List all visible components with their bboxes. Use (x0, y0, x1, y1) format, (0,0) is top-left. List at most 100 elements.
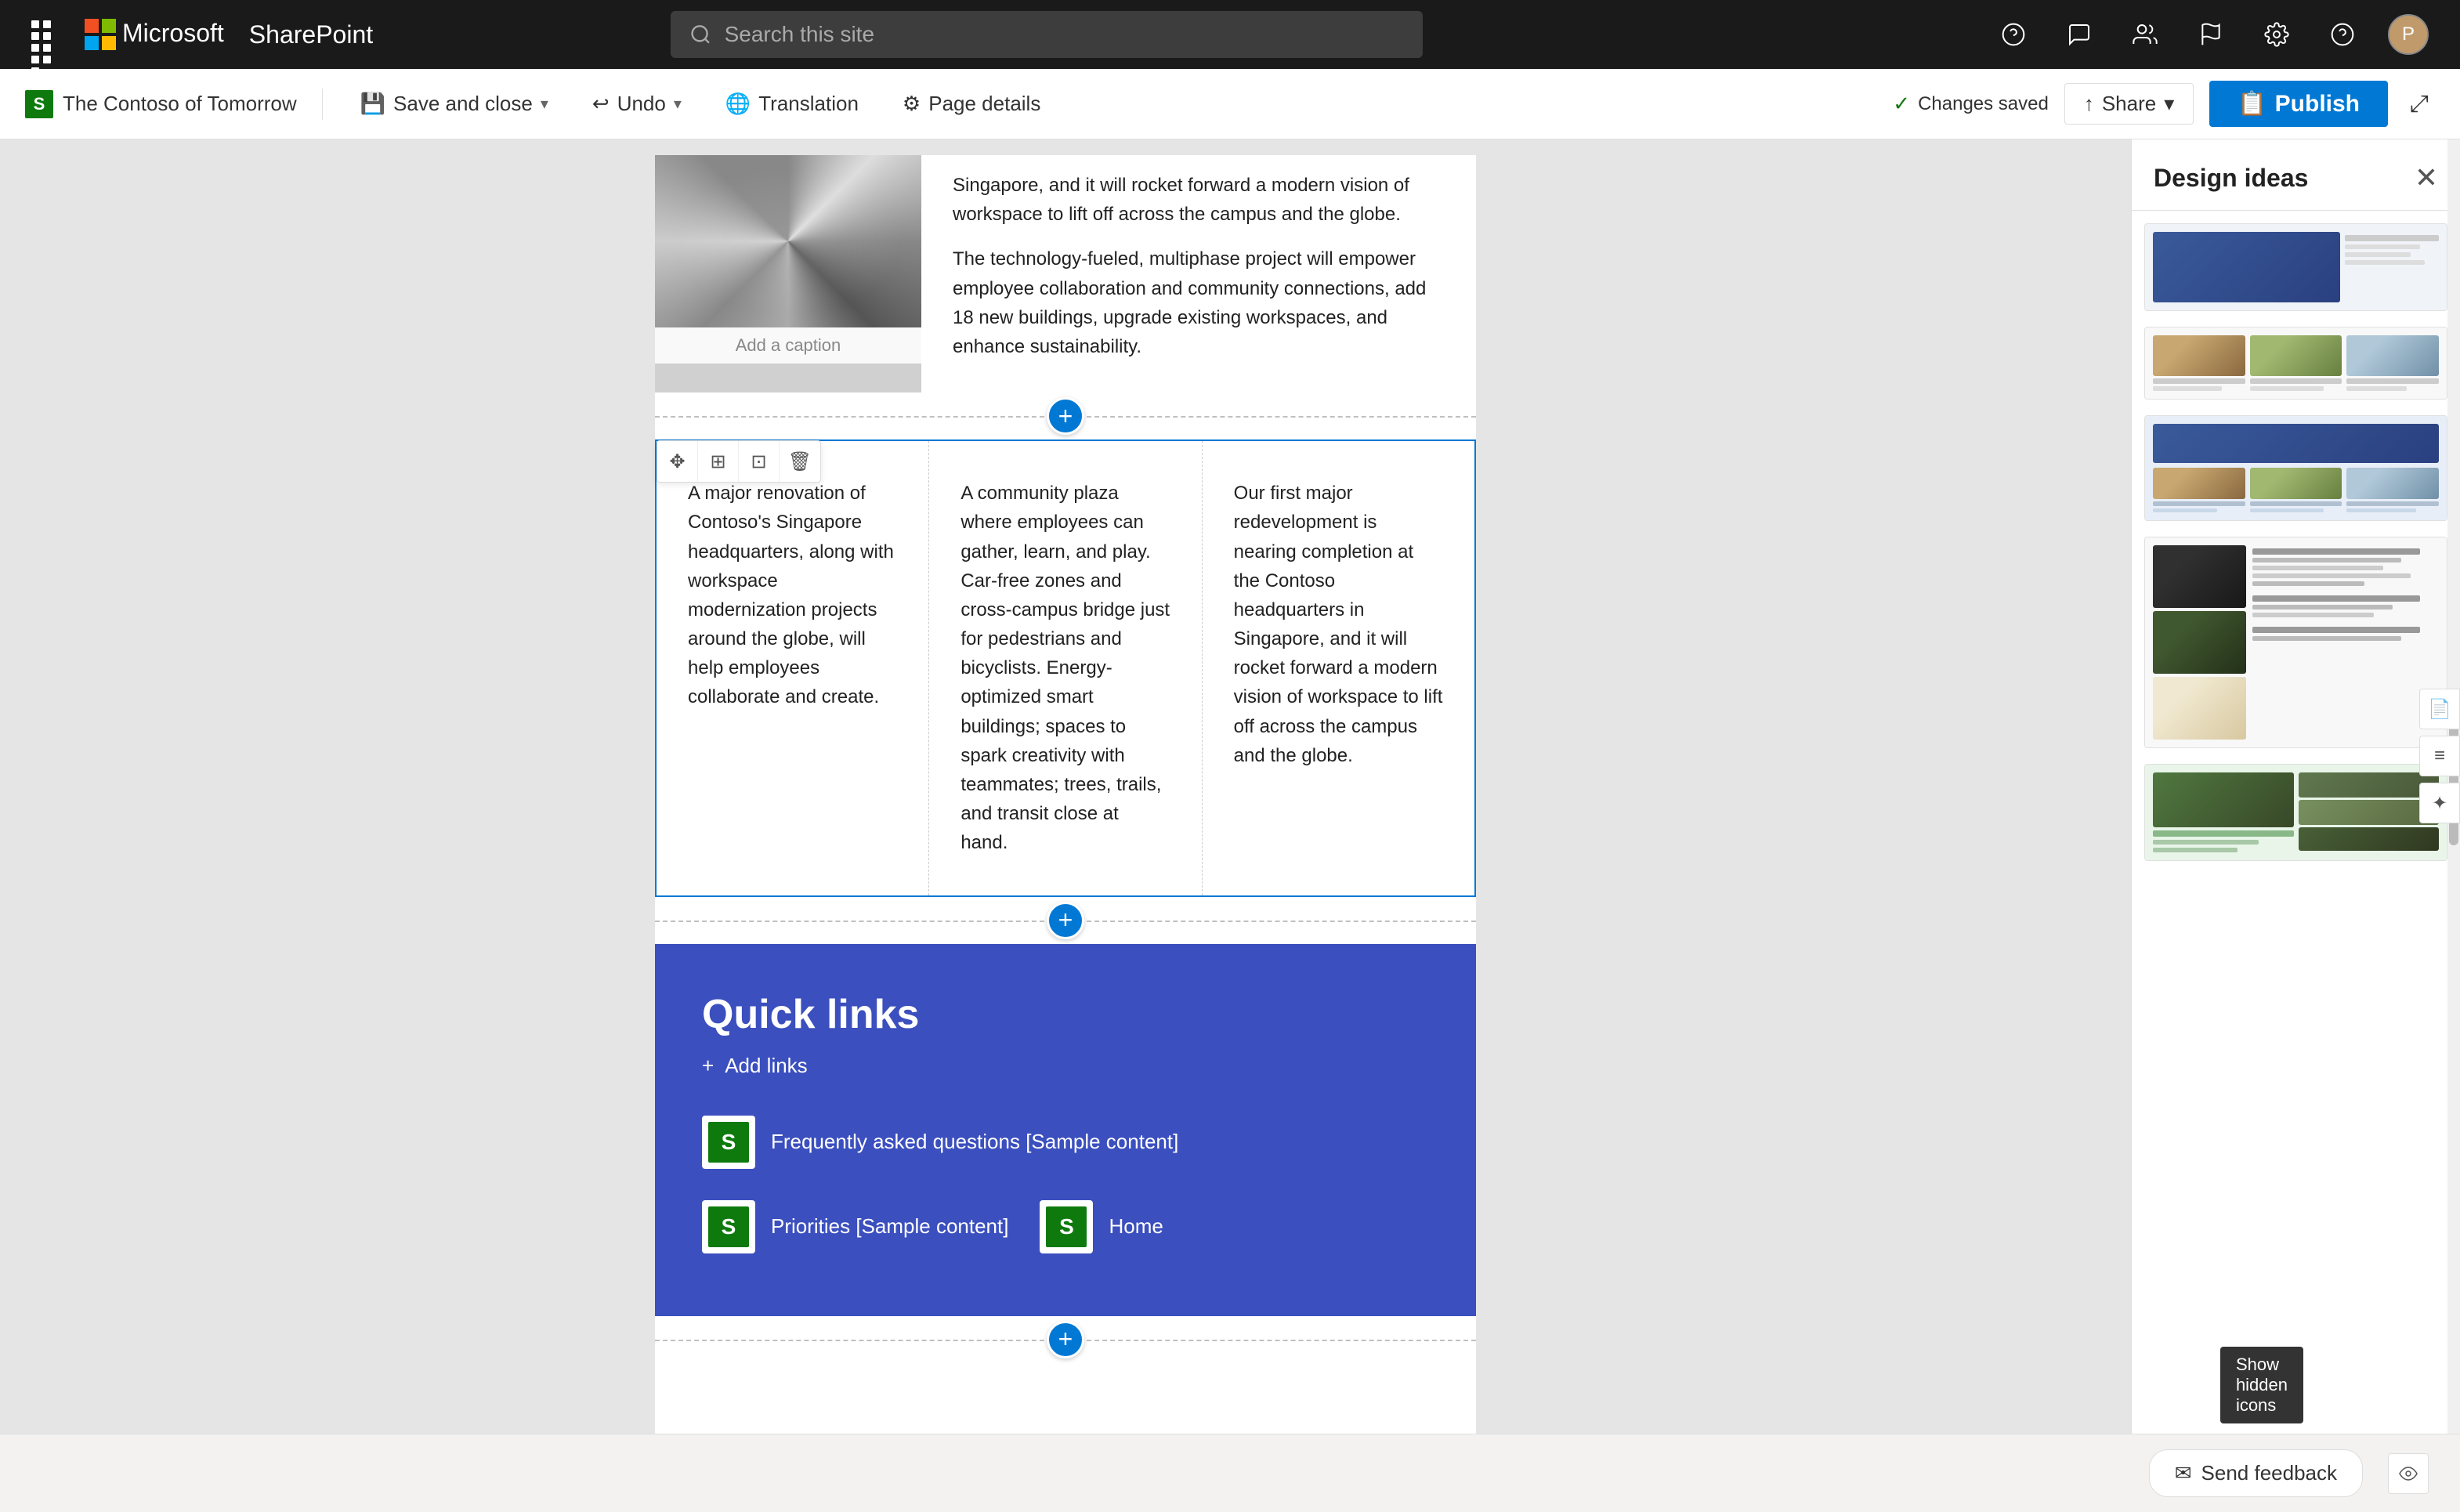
link-item-3[interactable]: S Home (1040, 1200, 1163, 1253)
translation-icon: 🌐 (725, 92, 751, 116)
edge-star-icon[interactable]: ✦ (2419, 783, 2460, 823)
show-hidden-icons-button[interactable] (2388, 1453, 2429, 1494)
link-label-2: Priorities [Sample content] (771, 1214, 1008, 1240)
edge-page-icon[interactable]: 📄 (2419, 689, 2460, 729)
changes-saved-label: Changes saved (1918, 93, 2049, 115)
publish-button[interactable]: 📋 Publish (2209, 81, 2388, 127)
page-brand[interactable]: S The Contoso of Tomorrow (25, 90, 297, 118)
design-ideas-list (2132, 211, 2460, 1512)
undo-label: Undo (617, 92, 666, 116)
add-section-button-3[interactable]: + (1047, 1321, 1084, 1358)
editor-area[interactable]: Add a caption Singapore, and it will roc… (0, 139, 2131, 1512)
search-input[interactable] (725, 22, 1404, 47)
design-idea-2[interactable] (2144, 327, 2447, 400)
toolbar-right-group: ✓ Changes saved ↑ Share ▾ 📋 Publish ⤢ (1893, 81, 2435, 127)
quick-links-title: Quick links (702, 991, 1429, 1038)
page-content: Add a caption Singapore, and it will roc… (655, 155, 1476, 1496)
page-details-icon: ⚙ (903, 92, 921, 116)
design-ideas-panel: Design ideas ✕ (2131, 139, 2460, 1512)
question-icon[interactable] (2322, 14, 2363, 55)
undo-icon: ↩ (592, 92, 610, 116)
publish-icon: 📋 (2238, 90, 2266, 118)
section-delete-button[interactable]: 🗑 (780, 441, 820, 482)
save-chevron-icon: ▾ (541, 94, 548, 114)
add-section-bottom: + (655, 1316, 1476, 1363)
top-navigation: Microsoft SharePoint (0, 0, 2460, 69)
link-item-2[interactable]: S Priorities [Sample content] (702, 1200, 1008, 1253)
link-icon-letter-2: S (722, 1214, 736, 1239)
column-3[interactable]: Our first major redevelopment is nearing… (1203, 441, 1474, 895)
design-idea-4[interactable] (2144, 537, 2447, 748)
design-idea-1[interactable] (2144, 223, 2447, 311)
feedback-label: Send feedback (2201, 1461, 2337, 1485)
flag-icon[interactable] (2190, 14, 2231, 55)
col2-text: A community plaza where employees can ga… (960, 479, 1170, 857)
ms-label: Microsoft (122, 19, 224, 50)
search-bar[interactable] (671, 11, 1423, 58)
translation-label: Translation (758, 92, 859, 116)
share-icon: ↑ (2084, 92, 2094, 116)
add-section-button-1[interactable]: + (1047, 397, 1084, 435)
show-hidden-tooltip: Show hidden icons (2220, 1347, 2303, 1423)
right-edge-buttons: 📄 ≡ ✦ (2419, 689, 2460, 823)
people-icon[interactable] (2125, 14, 2165, 55)
design-idea-5[interactable] (2144, 764, 2447, 861)
link-label-3: Home (1109, 1214, 1163, 1240)
add-section-above-cols: + (655, 392, 1476, 439)
toolbar-separator (322, 89, 323, 120)
save-icon: 💾 (360, 92, 385, 116)
brand-icon: S (25, 90, 53, 118)
undo-button[interactable]: ↩ Undo ▾ (580, 85, 694, 122)
image-caption[interactable]: Add a caption (655, 327, 921, 364)
send-feedback-button[interactable]: ✉ Send feedback (2149, 1449, 2363, 1497)
sharepoint-label: SharePoint (249, 20, 373, 49)
link-icon-inner-2: S (708, 1206, 749, 1247)
section-adjust-button[interactable]: ⊞ (698, 441, 739, 482)
panel-header: Design ideas ✕ (2132, 139, 2460, 211)
section-move-button[interactable]: ✥ (657, 441, 698, 482)
panel-close-button[interactable]: ✕ (2415, 161, 2438, 194)
check-icon: ✓ (1893, 92, 1910, 116)
chat-icon[interactable] (2059, 14, 2100, 55)
editor-toolbar: S The Contoso of Tomorrow 💾 Save and clo… (0, 69, 2460, 139)
design-idea-3[interactable] (2144, 415, 2447, 521)
share-chevron-icon: ▾ (2164, 92, 2174, 116)
col1-text: A major renovation of Contoso's Singapor… (688, 479, 897, 712)
save-close-label: Save and close (393, 92, 533, 116)
link-icon-inner-1: S (708, 1122, 749, 1163)
col3-text: Our first major redevelopment is nearing… (1234, 479, 1443, 770)
paragraph-1[interactable]: Singapore, and it will rocket forward a … (953, 171, 1445, 229)
image-block: Add a caption (655, 155, 921, 392)
edge-filter-icon[interactable]: ≡ (2419, 736, 2460, 776)
app-launcher-button[interactable] (31, 20, 60, 49)
link-item-1[interactable]: S Frequently asked questions [Sample con… (702, 1116, 1178, 1169)
panel-scroll-track (2447, 139, 2460, 1512)
settings-icon[interactable] (2256, 14, 2297, 55)
page-details-label: Page details (928, 92, 1040, 116)
add-links-button[interactable]: + Add links (702, 1054, 808, 1078)
avatar[interactable]: P (2388, 14, 2429, 55)
collapse-button[interactable]: ⤢ (2404, 85, 2435, 124)
help-circle-icon[interactable] (1993, 14, 2034, 55)
share-button[interactable]: ↑ Share ▾ (2064, 83, 2194, 125)
share-label: Share (2102, 92, 2156, 116)
column-2[interactable]: A community plaza where employees can ga… (929, 441, 1202, 895)
translation-button[interactable]: 🌐 Translation (713, 85, 871, 122)
section-toolbar: ✥ ⊞ ⊡ 🗑 (657, 440, 821, 483)
link-icon-1: S (702, 1116, 755, 1169)
plus-icon: + (702, 1054, 714, 1078)
links-row: S Frequently asked questions [Sample con… (702, 1116, 1429, 1253)
column-1[interactable]: A major renovation of Contoso's Singapor… (657, 441, 929, 895)
page-details-button[interactable]: ⚙ Page details (890, 85, 1053, 122)
bottom-bar: ✉ Send feedback Show hidden icons (0, 1434, 2460, 1512)
changes-saved-indicator: ✓ Changes saved (1893, 92, 2049, 116)
microsoft-logo[interactable]: Microsoft (85, 19, 224, 50)
add-section-button-2[interactable]: + (1047, 902, 1084, 939)
staircase-image (655, 155, 921, 327)
section-copy-button[interactable]: ⊡ (739, 441, 780, 482)
save-close-button[interactable]: 💾 Save and close ▾ (348, 85, 561, 122)
paragraph-2[interactable]: The technology-fueled, multiphase projec… (953, 244, 1445, 361)
nav-icon-group: P (1993, 14, 2429, 55)
three-columns: A major renovation of Contoso's Singapor… (657, 441, 1474, 895)
panel-title: Design ideas (2154, 164, 2308, 193)
